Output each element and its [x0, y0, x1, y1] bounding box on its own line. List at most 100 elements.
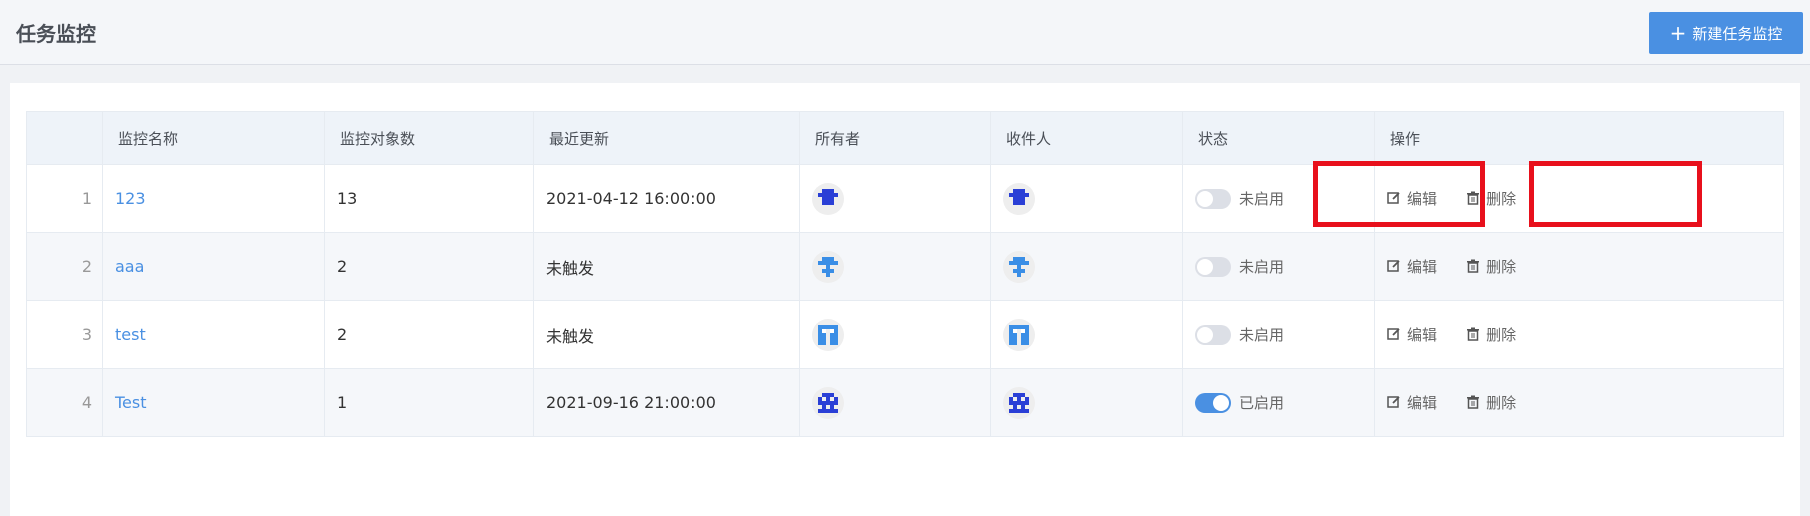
column-header-recipient: 收件人 [990, 111, 1183, 165]
toggle-knob [1213, 394, 1229, 411]
row-name-cell: Test [102, 368, 325, 437]
recipient-avatar [1003, 182, 1035, 215]
identicon-avatar-icon [818, 256, 838, 277]
status-text: 已启用 [1239, 394, 1285, 412]
new-task-monitor-button[interactable]: + 新建任务监控 [1649, 12, 1803, 54]
row-owner-cell [799, 300, 991, 369]
row-index: 2 [26, 232, 103, 301]
row-owner-cell [799, 232, 991, 301]
monitor-name-link[interactable]: aaa [115, 257, 144, 276]
trash-icon [1467, 259, 1480, 273]
table-row: 4 Test 1 2021-09-16 21:00:00 已启用 编辑 删除 [26, 368, 1784, 437]
identicon-avatar-icon [818, 324, 838, 345]
owner-avatar [812, 318, 844, 351]
delete-button[interactable]: 删除 [1466, 188, 1516, 209]
recipient-avatar [1003, 250, 1035, 283]
monitor-name-link[interactable]: test [115, 325, 146, 344]
toggle-knob [1197, 326, 1213, 343]
row-recipient-cell [990, 232, 1183, 301]
row-owner-cell [799, 368, 991, 437]
monitor-name-link[interactable]: 123 [115, 189, 146, 208]
owner-avatar [812, 250, 844, 283]
delete-button[interactable]: 删除 [1466, 392, 1516, 413]
edit-icon [1387, 192, 1400, 204]
owner-avatar [812, 386, 844, 419]
row-actions-cell: 编辑 删除 [1374, 368, 1784, 437]
column-header-status: 状态 [1182, 111, 1375, 165]
identicon-avatar-icon [1009, 392, 1029, 413]
delete-label: 删除 [1486, 257, 1517, 276]
row-name-cell: 123 [102, 164, 325, 233]
row-actions-cell: 编辑 删除 [1374, 232, 1784, 301]
table-row: 1 123 13 2021-04-12 16:00:00 未启用 编辑 删除 [26, 164, 1784, 233]
row-status-cell: 已启用 [1182, 368, 1375, 437]
edit-button[interactable]: 编辑 [1387, 324, 1437, 345]
status-toggle[interactable] [1195, 256, 1231, 277]
row-index: 1 [26, 164, 103, 233]
row-updated: 2021-04-12 16:00:00 [533, 164, 800, 233]
task-monitor-table: 监控名称 监控对象数 最近更新 所有者 收件人 状态 操作 1 123 13 2… [26, 111, 1784, 437]
row-count: 2 [324, 232, 534, 301]
row-index: 4 [26, 368, 103, 437]
row-updated: 2021-09-16 21:00:00 [533, 368, 800, 437]
trash-icon [1467, 327, 1480, 341]
edit-label: 编辑 [1407, 257, 1438, 276]
identicon-avatar-icon [818, 392, 838, 413]
row-recipient-cell [990, 300, 1183, 369]
table-header-row: 监控名称 监控对象数 最近更新 所有者 收件人 状态 操作 [26, 111, 1784, 165]
row-status-cell: 未启用 [1182, 164, 1375, 233]
edit-icon [1387, 260, 1400, 272]
row-name-cell: test [102, 300, 325, 369]
toggle-knob [1197, 190, 1213, 207]
recipient-avatar [1003, 386, 1035, 419]
edit-button[interactable]: 编辑 [1387, 392, 1437, 413]
row-updated: 未触发 [533, 300, 800, 369]
row-status-cell: 未启用 [1182, 232, 1375, 301]
row-actions-cell: 编辑 删除 [1374, 164, 1784, 233]
edit-icon [1387, 328, 1400, 340]
edit-label: 编辑 [1407, 393, 1438, 412]
column-header-count: 监控对象数 [324, 111, 534, 165]
edit-icon [1387, 396, 1400, 408]
row-updated: 未触发 [533, 232, 800, 301]
status-toggle[interactable] [1195, 324, 1231, 345]
row-status-cell: 未启用 [1182, 300, 1375, 369]
monitor-name-link[interactable]: Test [115, 393, 147, 412]
edit-button[interactable]: 编辑 [1387, 188, 1437, 209]
edit-label: 编辑 [1407, 189, 1438, 208]
recipient-avatar [1003, 318, 1035, 351]
identicon-avatar-icon [1009, 324, 1029, 345]
identicon-avatar-icon [1009, 256, 1029, 277]
column-header-actions: 操作 [1374, 111, 1784, 165]
row-count: 2 [324, 300, 534, 369]
delete-label: 删除 [1486, 325, 1517, 344]
column-header-index [26, 111, 103, 165]
status-text: 未启用 [1239, 190, 1285, 208]
row-name-cell: aaa [102, 232, 325, 301]
column-header-updated: 最近更新 [533, 111, 800, 165]
page-header: 任务监控 + 新建任务监控 [0, 0, 1810, 65]
trash-icon [1467, 395, 1480, 409]
status-text: 未启用 [1239, 326, 1285, 344]
table-row: 2 aaa 2 未触发 未启用 编辑 删除 [26, 232, 1784, 301]
delete-label: 删除 [1486, 189, 1517, 208]
column-header-owner: 所有者 [799, 111, 991, 165]
status-toggle[interactable] [1195, 188, 1231, 209]
page-title: 任务监控 [16, 22, 96, 46]
edit-button[interactable]: 编辑 [1387, 256, 1437, 277]
status-text: 未启用 [1239, 258, 1285, 276]
table-row: 3 test 2 未触发 未启用 编辑 删除 [26, 300, 1784, 369]
delete-button[interactable]: 删除 [1466, 324, 1516, 345]
delete-button[interactable]: 删除 [1466, 256, 1516, 277]
row-actions-cell: 编辑 删除 [1374, 300, 1784, 369]
row-count: 13 [324, 164, 534, 233]
status-toggle[interactable] [1195, 392, 1231, 413]
row-index: 3 [26, 300, 103, 369]
owner-avatar [812, 182, 844, 215]
content-panel: 监控名称 监控对象数 最近更新 所有者 收件人 状态 操作 1 123 13 2… [10, 83, 1800, 516]
row-recipient-cell [990, 368, 1183, 437]
identicon-avatar-icon [1009, 188, 1029, 205]
trash-icon [1467, 191, 1480, 205]
plus-icon: + [1669, 21, 1687, 45]
identicon-avatar-icon [818, 188, 838, 205]
